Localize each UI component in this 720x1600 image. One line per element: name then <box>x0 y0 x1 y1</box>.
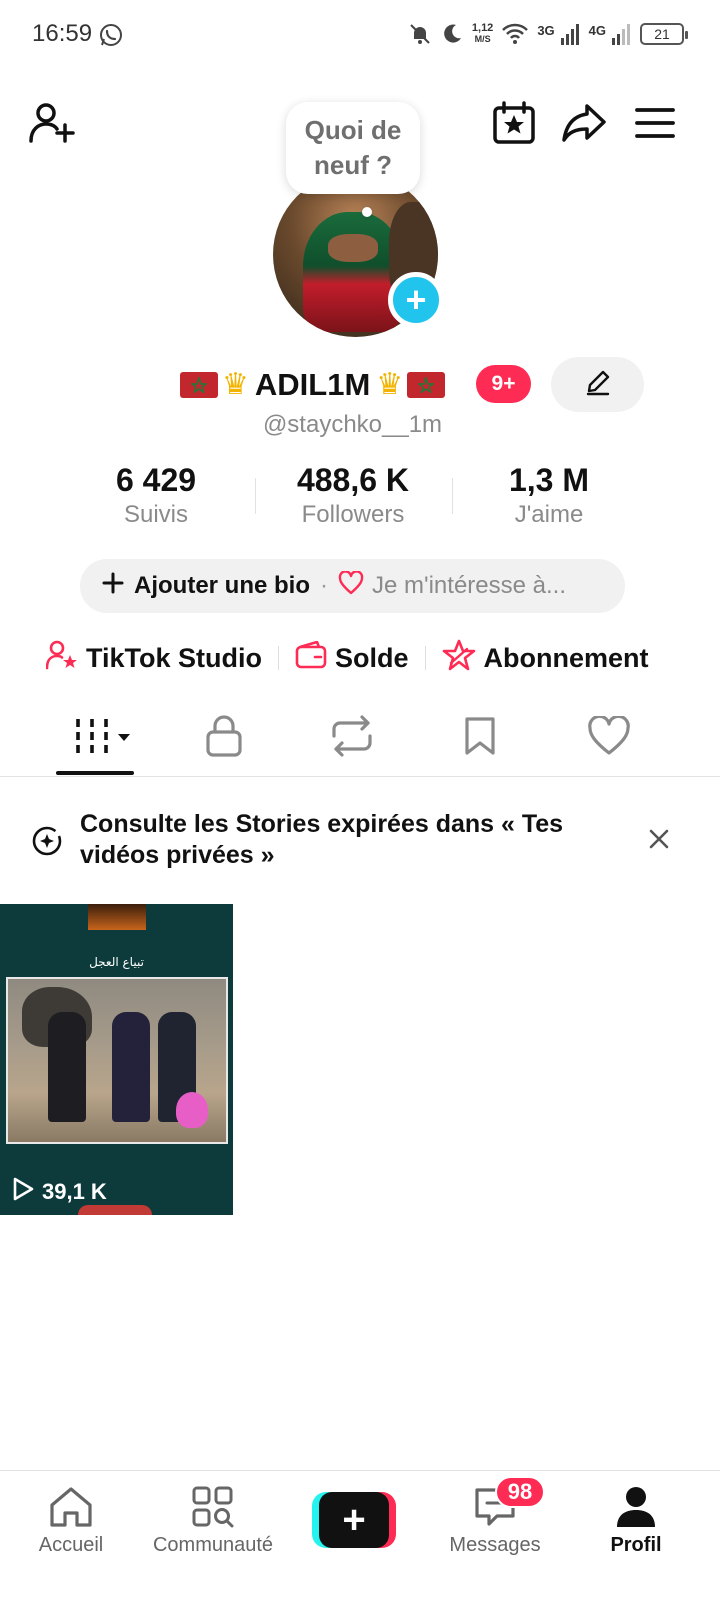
pencil-icon <box>584 368 612 401</box>
tab-videos[interactable] <box>70 714 134 762</box>
plus-icon <box>102 572 124 601</box>
tab-reposts[interactable] <box>322 714 382 762</box>
stat-followers-value: 488,6 K <box>296 462 410 498</box>
subscription-link[interactable]: Abonnement <box>442 639 649 678</box>
display-name: ADIL1M <box>254 367 371 402</box>
edit-profile-button[interactable] <box>551 357 644 412</box>
tiktok-studio-label: TikTok Studio <box>86 642 263 673</box>
add-bio-button[interactable]: Ajouter une bio · Je m'intéresse à... <box>80 559 625 613</box>
network-speed: 1,12 M/S <box>471 22 494 45</box>
heart-outline-icon <box>587 714 631 761</box>
create-plus-icon: + <box>319 1492 389 1548</box>
link-separator <box>278 646 280 670</box>
crown-icon: ♛ <box>222 368 249 401</box>
whatsapp-icon <box>98 22 124 48</box>
status-bubble[interactable]: Quoi de neuf ? <box>286 102 420 194</box>
repost-icon <box>330 714 374 762</box>
create-button[interactable]: + <box>312 1492 396 1548</box>
quick-links: TikTok Studio Solde Abonnement <box>45 636 649 680</box>
nav-messages-label: Messages <box>449 1534 541 1556</box>
status-time: 16:59 <box>32 20 93 47</box>
display-name-row: ♛ ADIL1M ♛ <box>180 362 446 408</box>
notification-badge[interactable]: 9+ <box>476 365 531 403</box>
bookmark-icon <box>464 716 496 761</box>
balance-label: Solde <box>335 642 409 673</box>
grid-icon <box>73 717 131 760</box>
menu-icon[interactable] <box>630 98 680 148</box>
active-tab-indicator <box>56 771 134 775</box>
video-views: 39,1 K <box>12 1177 107 1207</box>
video-caption: تبياع العجل <box>89 955 144 969</box>
signal-icon <box>560 23 581 45</box>
morocco-flag-icon <box>407 372 446 398</box>
calendar-star-icon[interactable] <box>489 98 539 148</box>
nav-profile-label: Profil <box>610 1534 662 1556</box>
mute-icon <box>408 22 432 46</box>
stat-following[interactable]: 6 429 Suivis <box>56 462 256 529</box>
studio-icon <box>45 640 78 677</box>
home-icon <box>48 1484 94 1530</box>
tab-saved[interactable] <box>450 714 510 762</box>
messages-badge: 98 <box>495 1476 545 1508</box>
nav-divider <box>0 1470 720 1471</box>
share-icon[interactable] <box>559 98 609 148</box>
lock-icon <box>205 714 243 762</box>
nav-community-label: Communauté <box>152 1534 274 1556</box>
nav-home-label: Accueil <box>38 1534 104 1556</box>
video-preview-image <box>6 977 228 1144</box>
nav-home[interactable]: Accueil <box>35 1484 107 1557</box>
subscription-label: Abonnement <box>483 642 649 673</box>
bubble-tail <box>362 207 372 217</box>
wifi-icon <box>501 23 529 45</box>
add-bio-label: Ajouter une bio <box>134 572 310 599</box>
stat-following-label: Suivis <box>123 501 189 528</box>
tabs-divider <box>0 776 720 777</box>
community-grid-icon <box>190 1484 236 1530</box>
moon-icon <box>440 22 464 46</box>
username-handle: @staychko__1m <box>262 411 443 438</box>
tab-liked[interactable] <box>579 714 639 762</box>
nav-community[interactable]: Communauté <box>146 1484 280 1557</box>
balance-link[interactable]: Solde <box>295 640 409 676</box>
nav-profile[interactable]: Profil <box>606 1484 666 1557</box>
stories-notice-text: Consulte les Stories expirées dans « Tes… <box>80 810 564 869</box>
add-story-button[interactable]: + <box>388 272 444 328</box>
stat-likes[interactable]: 1,3 M J'aime <box>449 462 649 529</box>
stat-followers[interactable]: 488,6 K Followers <box>253 462 453 529</box>
view-count: 39,1 K <box>42 1179 107 1204</box>
story-icon <box>30 824 64 858</box>
network-type-1: 3G <box>537 22 555 38</box>
tiktok-studio-link[interactable]: TikTok Studio <box>45 640 263 677</box>
signal-icon-2 <box>612 23 632 45</box>
stat-likes-value: 1,3 M <box>508 462 590 498</box>
crown-icon: ♛ <box>376 368 404 401</box>
stat-followers-label: Followers <box>301 501 405 528</box>
battery-icon: 21 <box>640 23 688 45</box>
heart-icon <box>338 569 364 602</box>
stat-following-value: 6 429 <box>115 462 197 498</box>
network-type-2: 4G <box>588 22 606 38</box>
interests-label: Je m'intéresse à... <box>372 572 566 599</box>
status-icons: 1,12 M/S 3G 4G 21 <box>408 18 688 50</box>
close-icon[interactable] <box>646 826 672 852</box>
tab-private[interactable] <box>194 714 254 762</box>
stat-likes-label: J'aime <box>514 501 584 528</box>
add-friend-icon[interactable] <box>26 98 76 148</box>
video-thumbnail[interactable] <box>0 904 233 1215</box>
profile-icon <box>613 1484 659 1530</box>
subscription-star-icon <box>442 639 476 678</box>
link-separator <box>424 646 426 670</box>
bio-separator: · <box>320 572 328 599</box>
play-icon <box>12 1177 34 1207</box>
wallet-icon <box>295 640 327 676</box>
morocco-flag-icon <box>180 372 218 398</box>
